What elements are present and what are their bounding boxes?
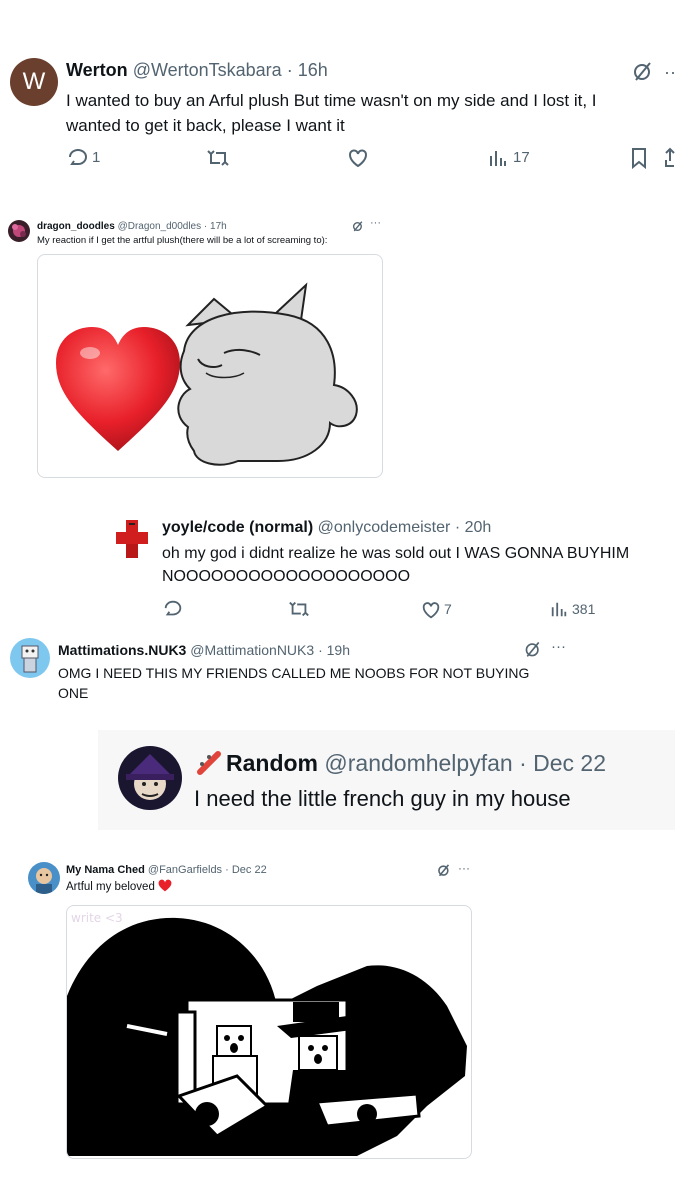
author-handle[interactable]: @MattimationNUK3 — [190, 642, 314, 658]
sketch-write-text: write <3 — [71, 911, 123, 925]
separator: · — [286, 60, 293, 80]
timestamp[interactable]: 16h — [298, 60, 328, 80]
tweet-dragon-doodles[interactable]: dragon_doodles @Dragon_d00dles · 17h ···… — [0, 212, 390, 484]
tweet-header: Random @randomhelpyfan · Dec 22 — [226, 750, 606, 777]
tweet-text-row: Artful my beloved — [66, 879, 172, 893]
avatar[interactable] — [8, 220, 30, 242]
more-icon[interactable]: ·· — [664, 62, 675, 83]
tweet-header: Werton @WertonTskabara · 16h — [66, 60, 328, 81]
tweet-text: OMG I NEED THIS MY FRIENDS CALLED ME NOO… — [58, 665, 530, 701]
author-handle[interactable]: @FanGarfields — [148, 864, 222, 876]
like-icon[interactable] — [420, 599, 442, 621]
grok-icon[interactable] — [352, 220, 364, 232]
share-icon[interactable] — [664, 146, 675, 170]
skateboard-icon — [196, 750, 222, 776]
separator: · — [318, 642, 323, 658]
tweet-random[interactable]: Random @randomhelpyfan · Dec 22 I need t… — [98, 730, 675, 830]
views-count: 17 — [513, 149, 530, 166]
tweet-text: I wanted to buy an Arful plush But time … — [66, 91, 597, 135]
tweet-text: I need the little french guy in my house — [194, 786, 571, 811]
author-name[interactable]: dragon_doodles — [37, 221, 115, 232]
artful-sketch-drawing: write <3 — [67, 911, 467, 1156]
author-handle[interactable]: @randomhelpyfan — [324, 750, 512, 776]
timestamp[interactable]: 17h — [210, 221, 227, 232]
retweet-icon[interactable] — [288, 598, 310, 620]
tweet-header: My Nama Ched @FanGarfields · Dec 22 — [66, 864, 267, 876]
tweet-header: Mattimations.NUK3 @MattimationNUK3 · 19h — [58, 642, 350, 658]
author-name[interactable]: My Nama Ched — [66, 864, 145, 876]
tweet-image[interactable] — [37, 254, 383, 478]
retweet-icon[interactable] — [206, 146, 230, 170]
tweet-text-line-2: NOOOOOOOOOOOOOOOOOOO — [162, 568, 411, 585]
avatar[interactable] — [10, 638, 50, 678]
avatar-letter: W — [22, 68, 46, 95]
tweet-header: yoyle/code (normal) @onlycodemeister · 2… — [162, 519, 491, 537]
author-handle[interactable]: @onlycodemeister — [318, 519, 451, 536]
author-name[interactable]: yoyle/code (normal) — [162, 519, 313, 536]
views-count: 381 — [572, 601, 596, 617]
timestamp[interactable]: Dec 22 — [533, 750, 606, 776]
author-handle[interactable]: @Dragon_d00dles — [118, 221, 202, 232]
avatar[interactable] — [28, 862, 60, 894]
tweet-header: dragon_doodles @Dragon_d00dles · 17h — [37, 221, 227, 232]
views-icon[interactable] — [488, 148, 508, 168]
action-bar: 1 17 — [66, 146, 675, 172]
grok-icon[interactable] — [437, 863, 451, 877]
tweet-text-line-1: oh my god i didnt realize he was sold ou… — [162, 545, 630, 562]
author-name[interactable]: Werton — [66, 60, 128, 80]
tweet-image[interactable]: write <3 — [66, 905, 472, 1159]
timestamp[interactable]: 20h — [465, 519, 492, 536]
avatar[interactable] — [118, 746, 182, 810]
heart-shape — [56, 327, 180, 451]
reply-icon[interactable] — [162, 598, 184, 620]
separator: · — [519, 750, 527, 776]
grok-icon[interactable] — [632, 60, 654, 82]
action-bar: 7 381 — [162, 598, 632, 622]
grok-icon[interactable] — [524, 640, 542, 658]
tweet-text: My reaction if I get the artful plush(th… — [37, 235, 328, 246]
separator: · — [203, 221, 208, 232]
heart-plush-drawing — [56, 282, 358, 466]
author-name[interactable]: Random — [226, 750, 318, 776]
tweet-text: Artful my beloved — [66, 881, 155, 893]
reply-count: 1 — [92, 149, 101, 166]
author-handle[interactable]: @WertonTskabara — [133, 60, 282, 80]
timestamp[interactable]: 19h — [327, 642, 350, 658]
avatar[interactable]: W — [10, 58, 58, 106]
avatar[interactable] — [114, 518, 150, 560]
separator: · — [454, 519, 461, 536]
reply-icon[interactable] — [66, 146, 90, 170]
more-icon[interactable]: ··· — [458, 861, 470, 875]
plush-drawing — [177, 282, 358, 466]
like-icon[interactable] — [346, 146, 370, 170]
author-name[interactable]: Mattimations.NUK3 — [58, 642, 186, 658]
red-heart-icon — [158, 879, 172, 892]
views-icon[interactable] — [550, 600, 568, 618]
more-icon[interactable]: ··· — [551, 638, 566, 655]
like-count: 7 — [444, 601, 452, 617]
more-icon[interactable]: ··· — [370, 217, 381, 229]
bookmark-icon[interactable] — [628, 146, 650, 170]
separator: · — [225, 864, 229, 876]
timestamp[interactable]: Dec 22 — [232, 864, 267, 876]
